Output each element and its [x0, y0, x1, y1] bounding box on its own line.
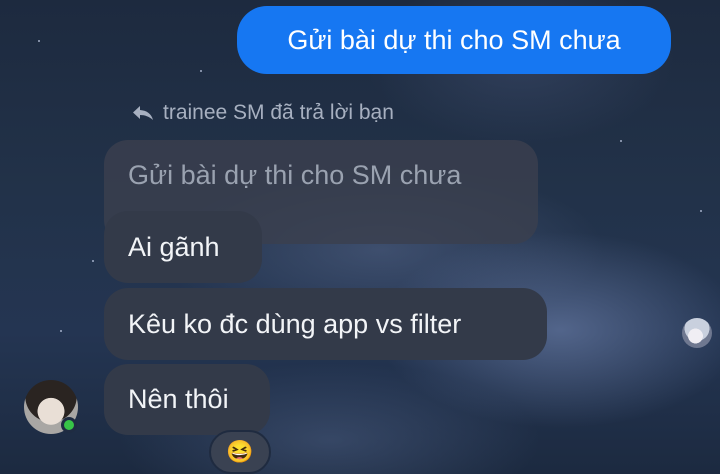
- online-status-dot: [61, 417, 77, 433]
- background-star: [92, 260, 94, 262]
- background-star: [620, 140, 622, 142]
- background-star: [38, 40, 40, 42]
- grinning-squinting-face-icon: 😆: [226, 439, 254, 464]
- sent-message-bubble[interactable]: Gửi bài dự thi cho SM chưa: [237, 6, 671, 74]
- background-star: [200, 70, 202, 72]
- read-receipt-avatar: [682, 318, 712, 348]
- received-message-bubble[interactable]: Kêu ko đc dùng app vs filter: [104, 288, 547, 360]
- background-star: [60, 330, 62, 332]
- received-message-bubble[interactable]: Nên thôi: [104, 364, 270, 435]
- message-reaction[interactable]: 😆: [209, 430, 271, 474]
- reply-context-label: trainee SM đã trả lời bạn: [131, 100, 394, 126]
- background-star: [700, 210, 702, 212]
- reply-context-text: trainee SM đã trả lời bạn: [163, 101, 394, 124]
- received-message-bubble[interactable]: Ai gãnh: [104, 211, 262, 283]
- reply-arrow-icon: [131, 104, 155, 122]
